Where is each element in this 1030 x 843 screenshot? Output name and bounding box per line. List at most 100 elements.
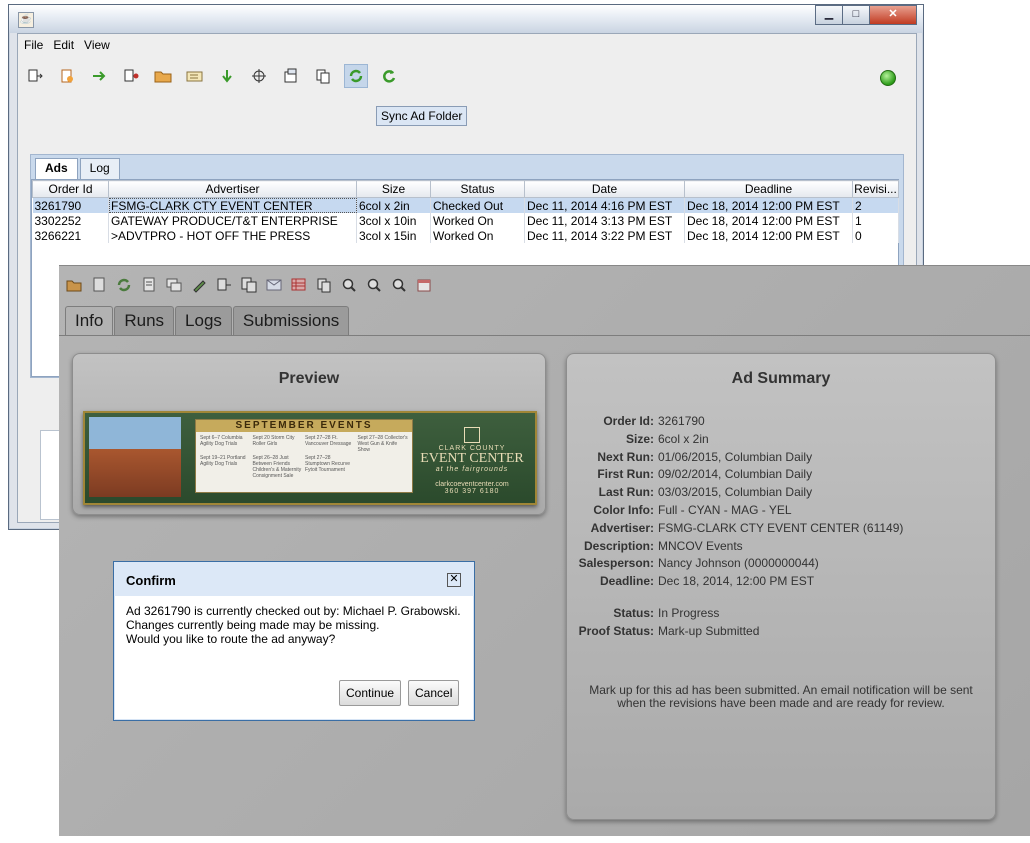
folder-icon[interactable] <box>65 276 83 294</box>
summary-value: Nancy Johnson (0000000044) <box>658 556 819 571</box>
event-item: Sept 27–28 Collector's West Gun & Knife … <box>357 435 408 453</box>
dialog-message: Ad 3261790 is currently checked out by: … <box>126 604 461 646</box>
summary-label: Last Run: <box>598 485 654 500</box>
zoom-icon[interactable] <box>340 276 358 294</box>
pages-icon[interactable] <box>315 276 333 294</box>
summary-row: Order Id: 3261790 <box>567 414 995 432</box>
cell-deadline: Dec 18, 2014 12:00 PM EST <box>684 197 853 213</box>
tabs-divider <box>59 335 1030 336</box>
maximize-button[interactable]: □ <box>842 5 870 25</box>
table-row[interactable]: 3266221 >ADVTPRO - HOT OFF THE PRESS 3co… <box>32 228 899 243</box>
summary-fields: Order Id: 3261790 Size: 6col x 2in Next Ru… <box>567 414 995 642</box>
summary-value: 01/06/2015, Columbian Daily <box>658 449 813 464</box>
properties-icon[interactable] <box>280 65 302 87</box>
folder-tree-icon[interactable] <box>184 65 206 87</box>
column-header[interactable]: Date <box>524 180 685 198</box>
cell-deadline: Dec 18, 2014 12:00 PM EST <box>684 213 853 228</box>
markup-notice: Mark up for this ad has been submitted. … <box>589 683 973 710</box>
summary-value: Dec 18, 2014, 12:00 PM EST <box>658 574 815 589</box>
summary-label: Deadline: <box>599 574 654 589</box>
logo-phone: 360 397 6180 <box>444 488 500 495</box>
title-bar: ☕ ▁ □ ✕ <box>9 5 923 33</box>
summary-value: 09/02/2014, Columbian Daily <box>658 467 813 482</box>
cell-size: 6col x 2in <box>356 197 431 213</box>
cell-status: Worked On <box>430 228 525 243</box>
sync-ad-folder-icon[interactable] <box>344 64 368 88</box>
column-header[interactable]: Status <box>430 180 525 198</box>
tab-runs[interactable]: Runs <box>114 306 175 335</box>
summary-label: Proof Status: <box>578 623 654 638</box>
table-row[interactable]: 3302252 GATEWAY PRODUCE/T&T ENTERPRISE 3… <box>32 213 899 228</box>
email-icon[interactable] <box>265 276 283 294</box>
grid-icon[interactable] <box>290 276 308 294</box>
column-header[interactable]: Advertiser <box>108 180 357 198</box>
tab-log[interactable]: Log <box>79 158 120 179</box>
column-header[interactable]: Size <box>356 180 431 198</box>
logo-grid-icon <box>464 427 480 443</box>
summary-row: Advertiser: FSMG-CLARK CTY EVENT CENTER (… <box>567 521 995 539</box>
cancel-button[interactable]: Cancel <box>408 680 460 706</box>
column-header[interactable]: Revisi... <box>852 180 899 198</box>
cell-deadline: Dec 18, 2014 12:00 PM EST <box>684 228 853 243</box>
zoom-in-icon[interactable] <box>365 276 383 294</box>
document-icon[interactable] <box>90 276 108 294</box>
copy-icon[interactable] <box>312 65 334 87</box>
refresh-icon[interactable] <box>378 65 400 87</box>
tab-info[interactable]: Info <box>65 306 114 335</box>
route-doc-icon[interactable] <box>120 65 142 87</box>
column-header[interactable]: Order Id <box>32 180 109 198</box>
menu-edit[interactable]: Edit <box>53 38 74 52</box>
folder-icon[interactable] <box>152 65 174 87</box>
detail-toolbar <box>65 274 440 296</box>
export-doc-icon[interactable] <box>24 65 46 87</box>
event-item: Sept 6–7 Columbia Agility Dog Trials <box>200 435 243 447</box>
tab-ads[interactable]: Ads <box>35 158 78 179</box>
summary-row: Description: MNCOV Events <box>567 539 995 557</box>
layers-icon[interactable] <box>165 276 183 294</box>
tab-submissions[interactable]: Submissions <box>232 306 350 335</box>
cell-advertiser: GATEWAY PRODUCE/T&T ENTERPRISE <box>108 213 357 228</box>
page-icon[interactable] <box>140 276 158 294</box>
move-icon[interactable] <box>248 65 270 87</box>
calendar-icon[interactable] <box>415 276 433 294</box>
sync-icon[interactable] <box>115 276 133 294</box>
minimize-button[interactable]: ▁ <box>815 5 843 25</box>
summary-row: Size: 6col x 2in <box>567 432 995 450</box>
summary-value: Full - CYAN - MAG - YEL <box>658 502 792 517</box>
logo-main-text: EVENT CENTER <box>420 451 524 466</box>
dialog-line: Would you like to route the ad anyway? <box>126 632 336 646</box>
cell-status: Worked On <box>430 213 525 228</box>
ad-preview-image[interactable]: SEPTEMBER EVENTS Sept 6–7 Columbia Agili… <box>83 411 537 505</box>
download-arrow-icon[interactable] <box>216 65 238 87</box>
event-item: Sept 27–28 Stumptown Recurve Fytoit Tour… <box>305 455 351 473</box>
menu-view[interactable]: View <box>84 38 110 52</box>
summary-value: FSMG-CLARK CTY EVENT CENTER (61149) <box>658 520 904 535</box>
preview-card: Preview SEPTEMBER EVENTS Sept 6–7 Columb… <box>72 353 546 515</box>
copy-doc-icon[interactable] <box>240 276 258 294</box>
forward-arrow-icon[interactable] <box>88 65 110 87</box>
zoom-out-icon[interactable] <box>390 276 408 294</box>
tab-logs[interactable]: Logs <box>175 306 232 335</box>
close-icon[interactable]: ✕ <box>447 573 461 587</box>
cell-order-id: 3302252 <box>32 213 109 228</box>
event-item: Sept 19–21 Portland Agility Dog Trials <box>200 455 246 467</box>
summary-label: Next Run: <box>597 449 654 464</box>
close-button[interactable]: ✕ <box>869 5 917 25</box>
cell-revisions: 2 <box>852 197 899 213</box>
cell-advertiser: >ADVTPRO - HOT OFF THE PRESS <box>108 228 357 243</box>
table-row[interactable]: 3261790 FSMG-CLARK CTY EVENT CENTER 6col… <box>32 197 899 213</box>
summary-value: 6col x 2in <box>658 431 709 446</box>
event-center-logo: CLARK COUNTY EVENT CENTER at the fairgro… <box>417 427 527 495</box>
continue-button[interactable]: Continue <box>339 680 402 706</box>
summary-value: 3261790 <box>658 414 705 428</box>
export-doc-icon[interactable] <box>215 276 233 294</box>
new-doc-icon[interactable] <box>56 65 78 87</box>
dialog-line: Changes currently being made may be miss… <box>126 618 380 632</box>
event-item: Sept 26–28 Just Between Friends Children… <box>252 455 302 479</box>
pencil-icon[interactable] <box>190 276 208 294</box>
building-photo <box>89 417 181 497</box>
confirm-dialog: Confirm ✕ Ad 3261790 is currently checke… <box>113 561 475 721</box>
menu-file[interactable]: File <box>24 38 43 52</box>
column-header[interactable]: Deadline <box>684 180 853 198</box>
ad-summary-title: Ad Summary <box>731 370 831 387</box>
